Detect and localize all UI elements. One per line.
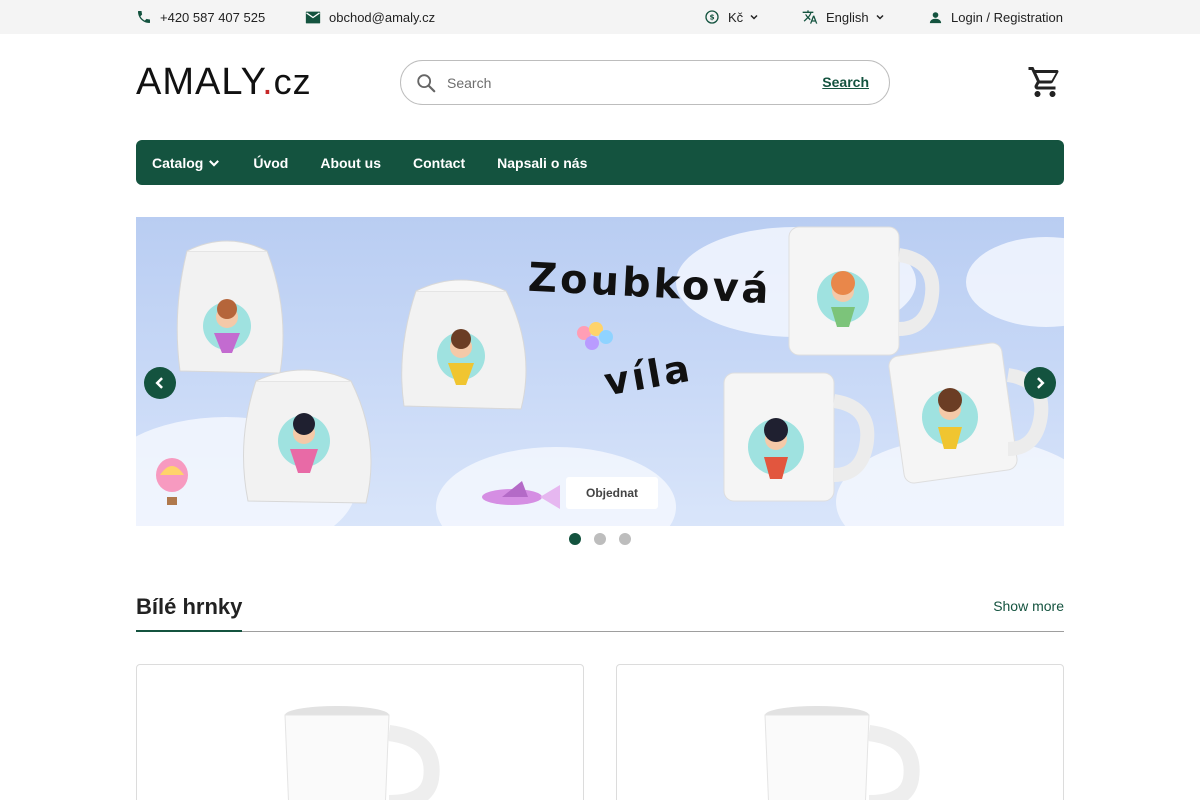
gift-bag-image bbox=[401, 279, 527, 410]
currency-exchange-icon: $ bbox=[705, 10, 719, 24]
balloons-decoration bbox=[577, 322, 613, 350]
search-bar: Search bbox=[400, 60, 890, 105]
nav-item-napsali-o-nas[interactable]: Napsali o nás bbox=[497, 155, 587, 171]
logo-dot: . bbox=[262, 61, 274, 103]
site-logo[interactable]: AMALY.cz bbox=[136, 61, 312, 103]
nav-item-label: Napsali o nás bbox=[497, 154, 588, 171]
user-icon bbox=[929, 11, 942, 23]
hero-banner[interactable]: Zoubková víla Objednat bbox=[136, 217, 1064, 526]
search-input[interactable] bbox=[447, 71, 807, 95]
translate-icon bbox=[802, 10, 818, 24]
cloud-decoration bbox=[966, 237, 1064, 327]
shopping-cart-icon bbox=[1028, 67, 1059, 97]
chevron-down-icon bbox=[750, 14, 758, 20]
search-icon bbox=[417, 74, 436, 93]
nav-item-label: Catalog bbox=[152, 154, 204, 171]
section-divider bbox=[136, 631, 1064, 632]
search-button[interactable]: Search bbox=[822, 74, 869, 90]
chevron-down-icon bbox=[209, 159, 220, 167]
white-mug-image bbox=[284, 706, 440, 800]
email-contact[interactable]: obchod@amaly.cz bbox=[305, 0, 435, 34]
currency-label: Kč bbox=[728, 9, 744, 25]
order-button[interactable]: Objednat bbox=[566, 477, 658, 509]
login-label: Login / Registration bbox=[951, 9, 1064, 25]
nav-item-catalog[interactable]: Catalog bbox=[152, 155, 221, 171]
chevron-left-icon bbox=[155, 377, 163, 389]
logo-main: AMALY bbox=[136, 61, 263, 103]
main-navigation: Catalog Úvod About us Contact Napsali o … bbox=[136, 140, 1064, 185]
gift-bag-image bbox=[243, 369, 372, 504]
email-icon bbox=[305, 11, 321, 23]
nav-item-uvod[interactable]: Úvod bbox=[253, 155, 288, 171]
nav-item-label: About us bbox=[320, 154, 381, 171]
logo-tld: cz bbox=[273, 61, 312, 102]
hot-air-balloon-icon bbox=[156, 458, 188, 505]
carousel-dot-2[interactable] bbox=[594, 533, 606, 545]
email-address: obchod@amaly.cz bbox=[329, 9, 436, 25]
nav-item-contact[interactable]: Contact bbox=[413, 155, 465, 171]
phone-contact[interactable]: +420 587 407 525 bbox=[136, 0, 265, 34]
carousel-dot-1[interactable] bbox=[569, 533, 581, 545]
product-card[interactable] bbox=[136, 664, 584, 800]
white-mug-image bbox=[764, 706, 920, 800]
cart-button[interactable] bbox=[1027, 64, 1063, 100]
banner-next-button[interactable] bbox=[1024, 367, 1056, 399]
language-label: English bbox=[826, 9, 869, 25]
show-more-link[interactable]: Show more bbox=[993, 598, 1064, 614]
airplane-icon bbox=[482, 481, 560, 509]
currency-selector[interactable]: $ Kč bbox=[704, 0, 759, 34]
carousel-dot-3[interactable] bbox=[619, 533, 631, 545]
nav-item-about-us[interactable]: About us bbox=[320, 155, 381, 171]
nav-item-label: Contact bbox=[413, 154, 466, 171]
phone-number: +420 587 407 525 bbox=[160, 9, 266, 25]
mug-image bbox=[723, 372, 875, 502]
svg-text:$: $ bbox=[709, 13, 714, 22]
chevron-down-icon bbox=[876, 14, 884, 20]
chevron-right-icon bbox=[1037, 377, 1045, 389]
phone-icon bbox=[138, 11, 150, 23]
login-link[interactable]: Login / Registration bbox=[928, 0, 1063, 34]
nav-item-label: Úvod bbox=[253, 154, 289, 171]
banner-prev-button[interactable] bbox=[144, 367, 176, 399]
section-title: Bílé hrnky bbox=[136, 594, 243, 619]
section-divider-accent bbox=[136, 630, 242, 632]
top-bar: +420 587 407 525 obchod@amaly.cz $ Kč En… bbox=[0, 0, 1200, 34]
mug-image bbox=[888, 342, 1049, 484]
language-selector[interactable]: English bbox=[802, 0, 885, 34]
product-card[interactable] bbox=[616, 664, 1064, 800]
